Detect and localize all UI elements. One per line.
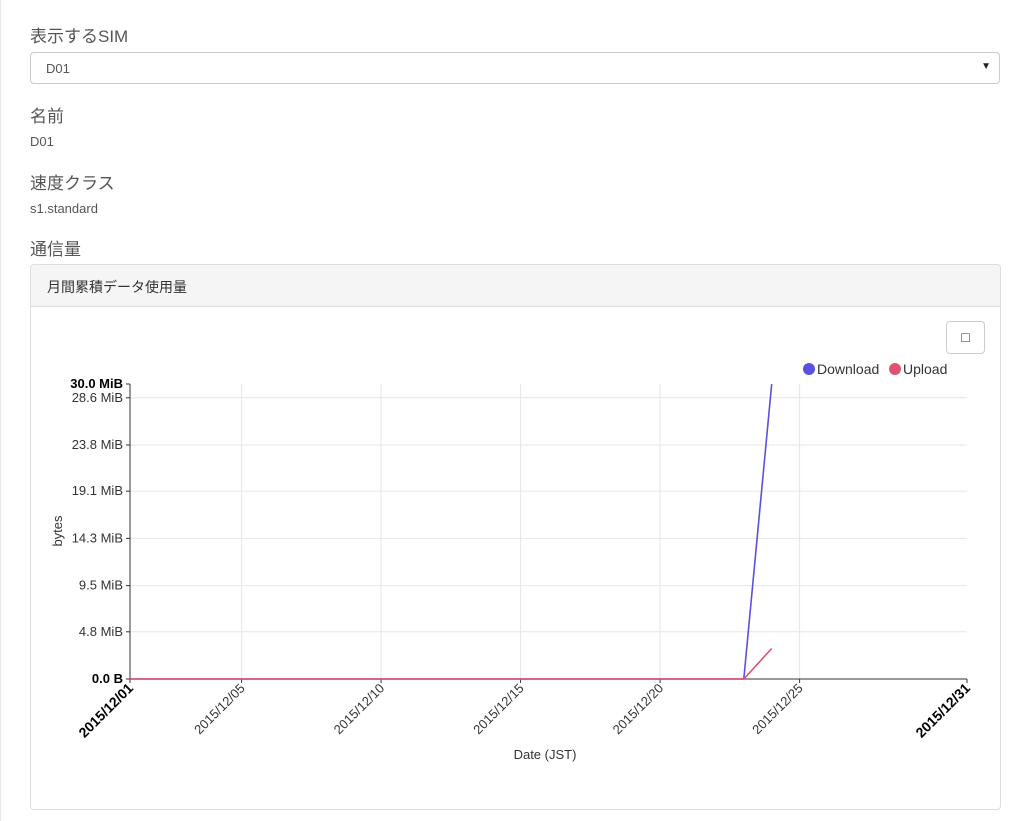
x-tick-label: 2015/12/15: [470, 681, 527, 738]
legend-label-upload: Upload: [903, 361, 947, 377]
series-line-download: [130, 383, 773, 680]
x-tick-label: 2015/12/01: [75, 680, 136, 741]
x-tick-label: 2015/12/20: [610, 681, 667, 738]
x-tick-label: 2015/12/10: [331, 681, 388, 738]
y-tick-label: 14.3 MiB: [72, 530, 123, 545]
series-line-upload: [130, 647, 773, 680]
x-tick-label: 2015/12/25: [749, 681, 806, 738]
x-axis-label: Date (JST): [514, 747, 577, 762]
y-tick-label: 28.6 MiB: [72, 390, 123, 405]
y-tick-label: 19.1 MiB: [72, 483, 123, 498]
legend-marker-upload: [889, 363, 901, 375]
x-tick-label: 2015/12/05: [191, 681, 248, 738]
legend-label-download: Download: [817, 361, 879, 377]
y-tick-label: 23.8 MiB: [72, 437, 123, 452]
x-tick-label: 2015/12/31: [912, 680, 973, 741]
y-tick-label: 30.0 MiB: [70, 376, 123, 391]
y-tick-label: 4.8 MiB: [79, 624, 123, 639]
usage-chart: 0.0 B 4.8 MiB 9.5 MiB 14.3 MiB 19.1 MiB 23.8 …: [50, 361, 973, 762]
y-tick-label: 0.0 B: [92, 671, 123, 686]
y-axis-label: bytes: [50, 515, 65, 547]
legend-marker-download: [803, 363, 815, 375]
y-tick-label: 9.5 MiB: [79, 578, 123, 593]
